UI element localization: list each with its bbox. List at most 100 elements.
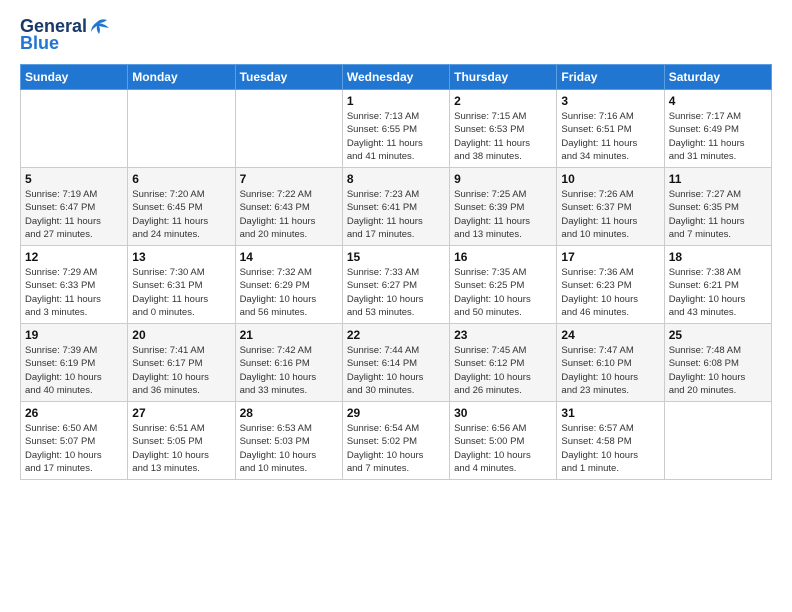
day-number: 9 <box>454 172 552 186</box>
calendar-week-2: 5 Sunrise: 7:19 AM Sunset: 6:47 PM Daylig… <box>21 168 772 246</box>
day-number: 21 <box>240 328 338 342</box>
day-number: 31 <box>561 406 659 420</box>
day-number: 10 <box>561 172 659 186</box>
day-number: 15 <box>347 250 445 264</box>
weekday-header-row: SundayMondayTuesdayWednesdayThursdayFrid… <box>21 65 772 90</box>
calendar-cell: 19 Sunrise: 7:39 AM Sunset: 6:19 PM Dayli… <box>21 324 128 402</box>
calendar-cell: 16Sunrise: 7:35 AM Sunset: 6:25 PM Dayli… <box>450 246 557 324</box>
day-info: Sunrise: 7:41 AM Sunset: 6:17 PM Dayligh… <box>132 344 230 397</box>
calendar-cell <box>21 90 128 168</box>
day-info: Sunrise: 7:23 AM Sunset: 6:41 PM Dayligh… <box>347 188 445 241</box>
day-number: 17 <box>561 250 659 264</box>
calendar-cell: 28Sunrise: 6:53 AM Sunset: 5:03 PM Dayli… <box>235 402 342 480</box>
calendar-cell: 6 Sunrise: 7:20 AM Sunset: 6:45 PM Daylig… <box>128 168 235 246</box>
calendar-week-1: 1 Sunrise: 7:13 AM Sunset: 6:55 PM Daylig… <box>21 90 772 168</box>
calendar-cell: 21 Sunrise: 7:42 AM Sunset: 6:16 PM Dayli… <box>235 324 342 402</box>
calendar-cell: 5 Sunrise: 7:19 AM Sunset: 6:47 PM Daylig… <box>21 168 128 246</box>
day-number: 13 <box>132 250 230 264</box>
calendar-cell: 9 Sunrise: 7:25 AM Sunset: 6:39 PM Daylig… <box>450 168 557 246</box>
day-info: Sunrise: 7:15 AM Sunset: 6:53 PM Dayligh… <box>454 110 552 163</box>
day-info: Sunrise: 7:16 AM Sunset: 6:51 PM Dayligh… <box>561 110 659 163</box>
weekday-header-friday: Friday <box>557 65 664 90</box>
weekday-header-tuesday: Tuesday <box>235 65 342 90</box>
calendar-cell: 31 Sunrise: 6:57 AM Sunset: 4:58 PM Dayli… <box>557 402 664 480</box>
day-number: 7 <box>240 172 338 186</box>
calendar-cell: 22 Sunrise: 7:44 AM Sunset: 6:14 PM Dayli… <box>342 324 449 402</box>
day-info: Sunrise: 7:38 AM Sunset: 6:21 PM Dayligh… <box>669 266 767 319</box>
day-number: 29 <box>347 406 445 420</box>
day-info: Sunrise: 7:29 AM Sunset: 6:33 PM Dayligh… <box>25 266 123 319</box>
day-number: 8 <box>347 172 445 186</box>
calendar-cell: 24Sunrise: 7:47 AM Sunset: 6:10 PM Dayli… <box>557 324 664 402</box>
day-number: 22 <box>347 328 445 342</box>
calendar-cell: 26Sunrise: 6:50 AM Sunset: 5:07 PM Dayli… <box>21 402 128 480</box>
calendar-cell: 15 Sunrise: 7:33 AM Sunset: 6:27 PM Dayli… <box>342 246 449 324</box>
day-number: 12 <box>25 250 123 264</box>
day-info: Sunrise: 6:54 AM Sunset: 5:02 PM Dayligh… <box>347 422 445 475</box>
calendar-cell: 17 Sunrise: 7:36 AM Sunset: 6:23 PM Dayli… <box>557 246 664 324</box>
calendar-cell <box>664 402 771 480</box>
calendar-cell: 3Sunrise: 7:16 AM Sunset: 6:51 PM Daylig… <box>557 90 664 168</box>
day-info: Sunrise: 7:13 AM Sunset: 6:55 PM Dayligh… <box>347 110 445 163</box>
day-number: 26 <box>25 406 123 420</box>
calendar-cell: 7 Sunrise: 7:22 AM Sunset: 6:43 PM Daylig… <box>235 168 342 246</box>
day-info: Sunrise: 7:42 AM Sunset: 6:16 PM Dayligh… <box>240 344 338 397</box>
weekday-header-thursday: Thursday <box>450 65 557 90</box>
calendar-cell <box>128 90 235 168</box>
day-number: 27 <box>132 406 230 420</box>
calendar-cell: 20Sunrise: 7:41 AM Sunset: 6:17 PM Dayli… <box>128 324 235 402</box>
calendar-cell: 23Sunrise: 7:45 AM Sunset: 6:12 PM Dayli… <box>450 324 557 402</box>
day-number: 4 <box>669 94 767 108</box>
logo-blue: Blue <box>20 33 59 54</box>
calendar-cell: 13 Sunrise: 7:30 AM Sunset: 6:31 PM Dayli… <box>128 246 235 324</box>
day-info: Sunrise: 6:57 AM Sunset: 4:58 PM Dayligh… <box>561 422 659 475</box>
calendar-cell: 25Sunrise: 7:48 AM Sunset: 6:08 PM Dayli… <box>664 324 771 402</box>
day-info: Sunrise: 7:17 AM Sunset: 6:49 PM Dayligh… <box>669 110 767 163</box>
calendar-cell: 10Sunrise: 7:26 AM Sunset: 6:37 PM Dayli… <box>557 168 664 246</box>
calendar-cell: 12 Sunrise: 7:29 AM Sunset: 6:33 PM Dayli… <box>21 246 128 324</box>
day-info: Sunrise: 6:56 AM Sunset: 5:00 PM Dayligh… <box>454 422 552 475</box>
day-info: Sunrise: 7:33 AM Sunset: 6:27 PM Dayligh… <box>347 266 445 319</box>
calendar-cell: 14Sunrise: 7:32 AM Sunset: 6:29 PM Dayli… <box>235 246 342 324</box>
page-header: General Blue <box>20 16 772 54</box>
day-info: Sunrise: 7:35 AM Sunset: 6:25 PM Dayligh… <box>454 266 552 319</box>
day-info: Sunrise: 7:39 AM Sunset: 6:19 PM Dayligh… <box>25 344 123 397</box>
weekday-header-monday: Monday <box>128 65 235 90</box>
day-number: 5 <box>25 172 123 186</box>
weekday-header-saturday: Saturday <box>664 65 771 90</box>
day-info: Sunrise: 7:19 AM Sunset: 6:47 PM Dayligh… <box>25 188 123 241</box>
calendar-cell: 11 Sunrise: 7:27 AM Sunset: 6:35 PM Dayli… <box>664 168 771 246</box>
calendar-table: SundayMondayTuesdayWednesdayThursdayFrid… <box>20 64 772 480</box>
day-info: Sunrise: 7:36 AM Sunset: 6:23 PM Dayligh… <box>561 266 659 319</box>
day-number: 30 <box>454 406 552 420</box>
day-info: Sunrise: 7:22 AM Sunset: 6:43 PM Dayligh… <box>240 188 338 241</box>
calendar-week-4: 19 Sunrise: 7:39 AM Sunset: 6:19 PM Dayli… <box>21 324 772 402</box>
calendar-cell: 4 Sunrise: 7:17 AM Sunset: 6:49 PM Daylig… <box>664 90 771 168</box>
day-info: Sunrise: 7:20 AM Sunset: 6:45 PM Dayligh… <box>132 188 230 241</box>
day-number: 6 <box>132 172 230 186</box>
day-info: Sunrise: 7:48 AM Sunset: 6:08 PM Dayligh… <box>669 344 767 397</box>
day-info: Sunrise: 7:30 AM Sunset: 6:31 PM Dayligh… <box>132 266 230 319</box>
calendar-cell: 8 Sunrise: 7:23 AM Sunset: 6:41 PM Daylig… <box>342 168 449 246</box>
calendar-cell: 2 Sunrise: 7:15 AM Sunset: 6:53 PM Daylig… <box>450 90 557 168</box>
day-info: Sunrise: 7:32 AM Sunset: 6:29 PM Dayligh… <box>240 266 338 319</box>
day-info: Sunrise: 7:44 AM Sunset: 6:14 PM Dayligh… <box>347 344 445 397</box>
day-number: 19 <box>25 328 123 342</box>
calendar-cell <box>235 90 342 168</box>
calendar-cell: 29 Sunrise: 6:54 AM Sunset: 5:02 PM Dayli… <box>342 402 449 480</box>
logo: General Blue <box>20 16 111 54</box>
weekday-header-sunday: Sunday <box>21 65 128 90</box>
day-info: Sunrise: 7:27 AM Sunset: 6:35 PM Dayligh… <box>669 188 767 241</box>
calendar-week-5: 26Sunrise: 6:50 AM Sunset: 5:07 PM Dayli… <box>21 402 772 480</box>
day-number: 23 <box>454 328 552 342</box>
day-number: 11 <box>669 172 767 186</box>
calendar-cell: 1 Sunrise: 7:13 AM Sunset: 6:55 PM Daylig… <box>342 90 449 168</box>
day-number: 1 <box>347 94 445 108</box>
calendar-cell: 30 Sunrise: 6:56 AM Sunset: 5:00 PM Dayli… <box>450 402 557 480</box>
day-info: Sunrise: 6:51 AM Sunset: 5:05 PM Dayligh… <box>132 422 230 475</box>
day-number: 2 <box>454 94 552 108</box>
calendar-week-3: 12 Sunrise: 7:29 AM Sunset: 6:33 PM Dayli… <box>21 246 772 324</box>
logo-bird-icon <box>89 18 111 36</box>
day-number: 28 <box>240 406 338 420</box>
day-info: Sunrise: 7:25 AM Sunset: 6:39 PM Dayligh… <box>454 188 552 241</box>
